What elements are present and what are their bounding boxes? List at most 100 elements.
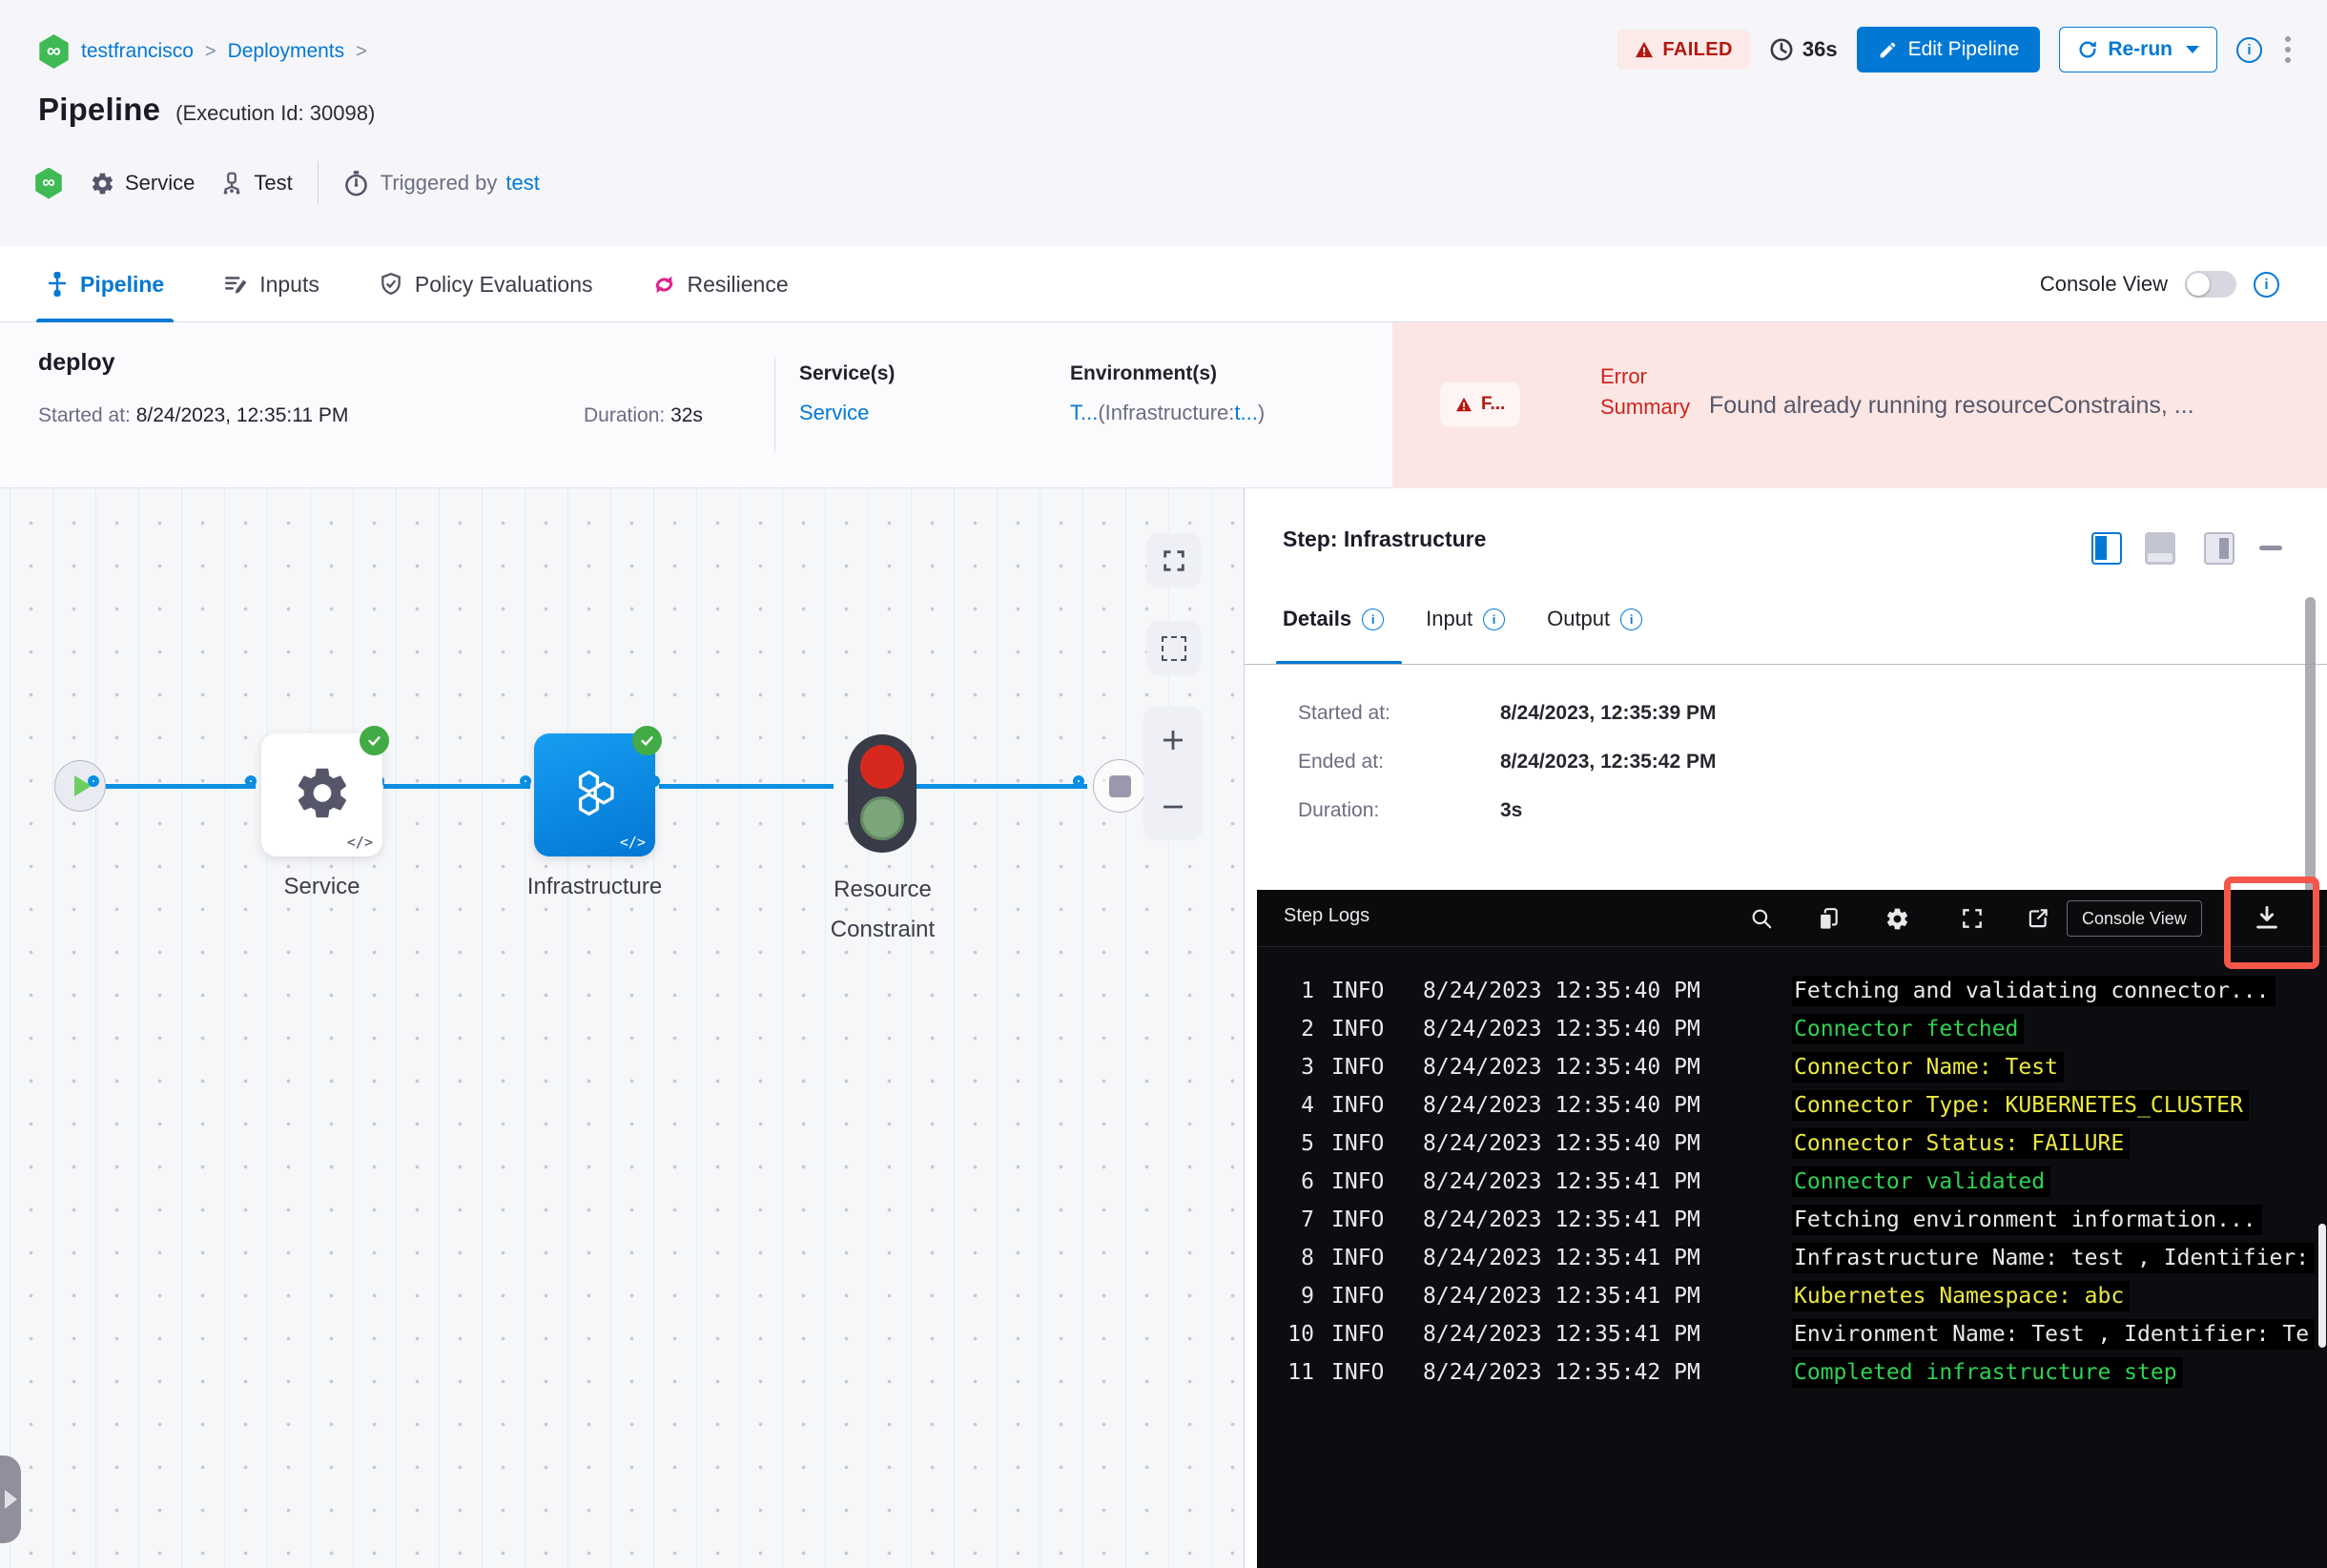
error-summary-region: F... Error Summary Found already running… [1392, 322, 2327, 488]
services-label: Service(s) [799, 362, 896, 384]
log-level: INFO [1331, 1169, 1385, 1194]
tab-policy-evaluations[interactable]: Policy Evaluations [379, 246, 593, 322]
environments-label: Environment(s) [1070, 362, 1218, 384]
search-logs-button[interactable] [1749, 906, 1774, 931]
tab-output-label: Output [1547, 607, 1611, 630]
success-check-badge [360, 726, 389, 755]
log-level: INFO [1331, 1055, 1385, 1080]
copy-logs-button[interactable] [1816, 906, 1841, 932]
chevron-right-icon [4, 1490, 17, 1509]
tab-inputs[interactable]: Inputs [223, 246, 319, 322]
page-title: Pipeline [38, 92, 161, 127]
console-view-button[interactable]: Console View [2067, 900, 2202, 937]
tab-resilience[interactable]: Resilience [652, 246, 789, 322]
log-row: 10 INFO 8/24/2023 12:35:41 PM Environment N… [1257, 1315, 2327, 1353]
execution-id: (Execution Id: 30098) [175, 101, 376, 125]
log-line-number: 3 [1301, 1055, 1314, 1080]
fullscreen-icon [1963, 909, 1982, 928]
log-row: 2 INFO 8/24/2023 12:35:40 PM Connector fetc… [1257, 1010, 2327, 1048]
infrastructure-link[interactable]: t... [1234, 401, 1257, 424]
start-node[interactable] [54, 760, 106, 812]
info-icon[interactable]: i [2236, 36, 2262, 63]
log-scrollbar[interactable] [2318, 1224, 2326, 1348]
pipeline-graph-canvas[interactable]: </> </> Service Infrastructure Resource … [0, 488, 1244, 1568]
template-code-icon: </> [619, 834, 646, 851]
divider [317, 161, 319, 205]
zoom-controls [1143, 707, 1203, 840]
fit-to-screen-button[interactable] [1146, 533, 1201, 588]
tab-details[interactable]: Details i [1283, 607, 1385, 631]
fullscreen-logs-button[interactable] [1960, 906, 1985, 931]
log-line-number: 8 [1301, 1246, 1314, 1270]
pipeline-meta-row: ∞ Service Test Triggered by test [34, 160, 540, 206]
log-settings-button[interactable] [1884, 906, 1910, 932]
divider [1245, 664, 2327, 665]
error-summary-message: Found already running resourceConstrains… [1709, 391, 2194, 419]
edit-pipeline-button[interactable]: Edit Pipeline [1856, 27, 2041, 72]
console-view-toggle[interactable] [2185, 271, 2236, 298]
edge [383, 784, 530, 789]
template-code-icon: </> [346, 834, 373, 851]
divider [774, 357, 775, 452]
tab-input[interactable]: Input i [1426, 607, 1506, 631]
environment-icon [224, 172, 240, 195]
log-line-number: 7 [1301, 1207, 1314, 1232]
environment-link[interactable]: T... [1070, 401, 1098, 424]
breadcrumb-project-link[interactable]: testfrancisco [81, 40, 194, 63]
environments-column: Environment(s) T...(Infrastructure:t...) [1070, 362, 1266, 424]
edit-pipeline-label: Edit Pipeline [1907, 38, 2020, 60]
log-row: 7 INFO 8/24/2023 12:35:41 PM Fetching envir… [1257, 1201, 2327, 1239]
page-header: ∞ testfrancisco > Deployments > FAILED 3… [0, 0, 2327, 246]
service-link[interactable]: Service [799, 401, 869, 424]
log-message: Connector fetched [1792, 1014, 2025, 1044]
log-body: 1 INFO 8/24/2023 12:35:40 PM Fetching and v… [1257, 947, 2327, 1568]
tab-pipeline[interactable]: Pipeline [35, 246, 175, 322]
log-timestamp: 8/24/2023 12:35:41 PM [1423, 1246, 1700, 1270]
zoom-out-button[interactable] [1143, 779, 1203, 835]
service-step-node[interactable]: </> [261, 726, 389, 856]
tab-inputs-label: Inputs [259, 271, 319, 297]
console-view-controls: Console View i [2040, 246, 2279, 322]
shield-check-icon [381, 272, 401, 295]
header-actions: FAILED 36s Edit Pipeline Re-run i [1617, 27, 2295, 72]
step-logs-header: Step Logs Console View [1257, 890, 2327, 947]
layout-minimized-view-button[interactable] [2204, 532, 2234, 565]
stage-name: deploy [38, 349, 115, 376]
more-options-menu[interactable] [2281, 32, 2295, 67]
info-icon[interactable]: i [1362, 608, 1385, 630]
expand-panel-handle[interactable] [0, 1455, 21, 1543]
title-row: Pipeline (Execution Id: 30098) [38, 92, 375, 128]
info-icon[interactable]: i [1620, 608, 1643, 630]
zoom-in-button[interactable] [1143, 712, 1203, 768]
meta-started-at: Started at: 8/24/2023, 12:35:39 PM [1298, 702, 1717, 724]
rerun-button[interactable]: Re-run [2059, 27, 2217, 72]
tab-output[interactable]: Output i [1547, 607, 1643, 631]
open-in-new-tab-button[interactable] [2026, 906, 2050, 931]
copy-icon [1819, 908, 1838, 931]
edge-port [520, 775, 531, 787]
warning-triangle-icon [1636, 41, 1654, 58]
chevron-down-icon[interactable] [2186, 46, 2199, 53]
triggered-by-link[interactable]: test [505, 171, 539, 196]
execution-duration-value: 36s [1802, 37, 1838, 61]
resource-constraint-node[interactable] [848, 734, 916, 853]
pipeline-icon [49, 272, 66, 297]
infrastructure-step-node[interactable]: </> [534, 726, 662, 856]
info-icon[interactable]: i [1483, 608, 1506, 630]
marquee-select-button[interactable] [1146, 621, 1201, 675]
stopwatch-icon [344, 170, 367, 196]
end-node[interactable] [1093, 759, 1146, 813]
edge-port [245, 775, 257, 787]
pipeline-execution-screen: ∞ testfrancisco > Deployments > FAILED 3… [0, 0, 2327, 1568]
log-level: INFO [1331, 1207, 1385, 1232]
info-icon[interactable]: i [2254, 271, 2279, 298]
breadcrumb-deployments-link[interactable]: Deployments [228, 40, 345, 63]
minimize-panel-button[interactable] [2259, 546, 2282, 550]
log-message: Completed infrastructure step [1792, 1357, 2183, 1388]
annotation-highlight-box [2224, 877, 2319, 969]
layout-right-view-button[interactable] [2091, 532, 2122, 565]
layout-bottom-view-button[interactable] [2145, 532, 2175, 565]
log-message: Infrastructure Name: test , Identifier: [1792, 1243, 2316, 1273]
log-timestamp: 8/24/2023 12:35:41 PM [1423, 1169, 1700, 1194]
service-gear-icon [92, 173, 113, 194]
